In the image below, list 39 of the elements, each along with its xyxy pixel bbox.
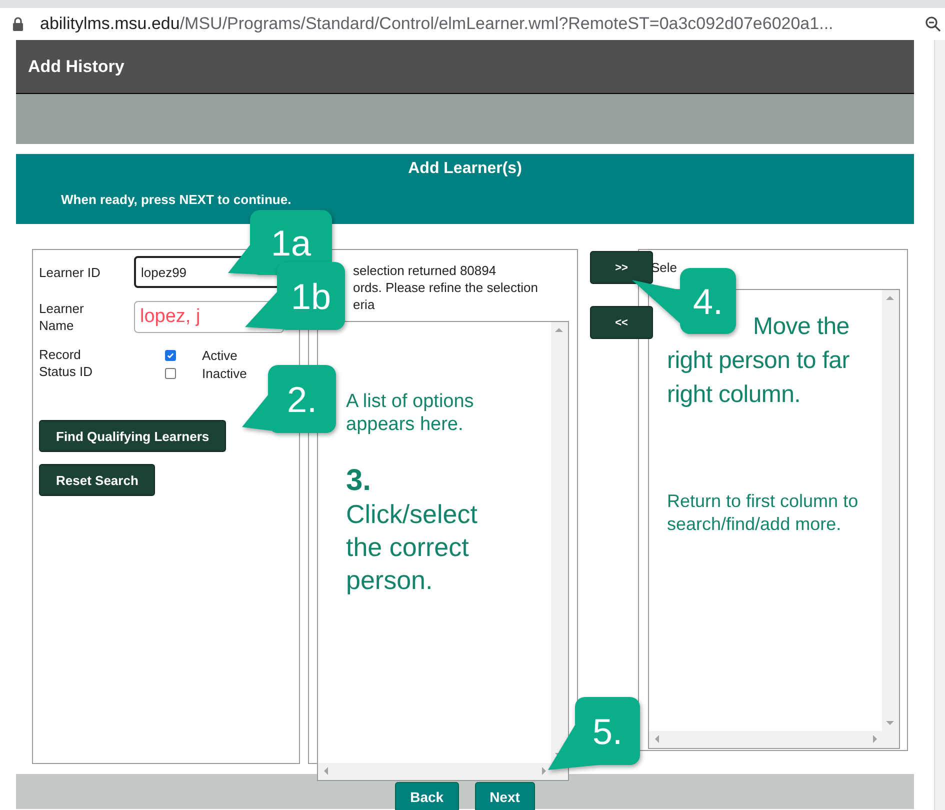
move-button[interactable]: << [590, 306, 653, 339]
annotation-text: Click/select the correct person. [346, 498, 478, 597]
result-message: eria [353, 296, 376, 313]
nav-button[interactable]: Next [474, 782, 535, 810]
search-button[interactable]: Find Qualifying Learners [39, 420, 226, 452]
result-message: ords. Please refine the selection [353, 279, 539, 296]
zoom-icon[interactable] [925, 16, 941, 32]
scroll-left-icon[interactable] [324, 767, 328, 775]
nav-button[interactable]: Back [395, 782, 459, 810]
section-title: Add Learner(s) [407, 160, 523, 178]
option-label: Inactive [202, 366, 247, 380]
scroll-up-icon[interactable] [555, 328, 563, 332]
annotation-text: 3. [346, 464, 372, 498]
callout-tooltip: 1b [245, 262, 345, 330]
scroll-right-icon[interactable] [873, 735, 877, 743]
move-button[interactable]: >> [590, 251, 653, 284]
results-list[interactable]: A list of options appears here. 3. Click/select the correct person. [317, 321, 569, 781]
result-message: selection returned 80894 [353, 262, 498, 279]
option-label: Active [202, 348, 238, 362]
instruction-text: When ready, press NEXT to continue. [61, 192, 292, 207]
scroll-up-icon[interactable] [886, 296, 894, 300]
vertical-scrollbar[interactable] [882, 290, 899, 731]
annotation-text: Return to first column to search/find/add more. [667, 490, 860, 536]
search-button[interactable]: Reset Search [39, 464, 156, 496]
field-label: Learner ID [39, 264, 102, 280]
annotation-text: A list of options appears here. [346, 390, 475, 436]
vertical-scrollbar[interactable] [551, 322, 568, 763]
horizontal-scrollbar[interactable] [649, 731, 899, 748]
page-title: Add History [28, 56, 124, 76]
horizontal-scrollbar[interactable] [318, 763, 568, 780]
checkbox[interactable] [165, 350, 176, 360]
scroll-down-icon[interactable] [886, 721, 894, 725]
field-label: Record Status ID [39, 346, 94, 381]
scroll-left-icon[interactable] [655, 735, 659, 743]
lock-icon [12, 17, 24, 31]
field-label: Learner Name [39, 300, 85, 334]
callout-tooltip: 5. [548, 697, 640, 770]
checkbox[interactable] [165, 368, 176, 378]
page-scrollbar[interactable] [934, 40, 945, 810]
